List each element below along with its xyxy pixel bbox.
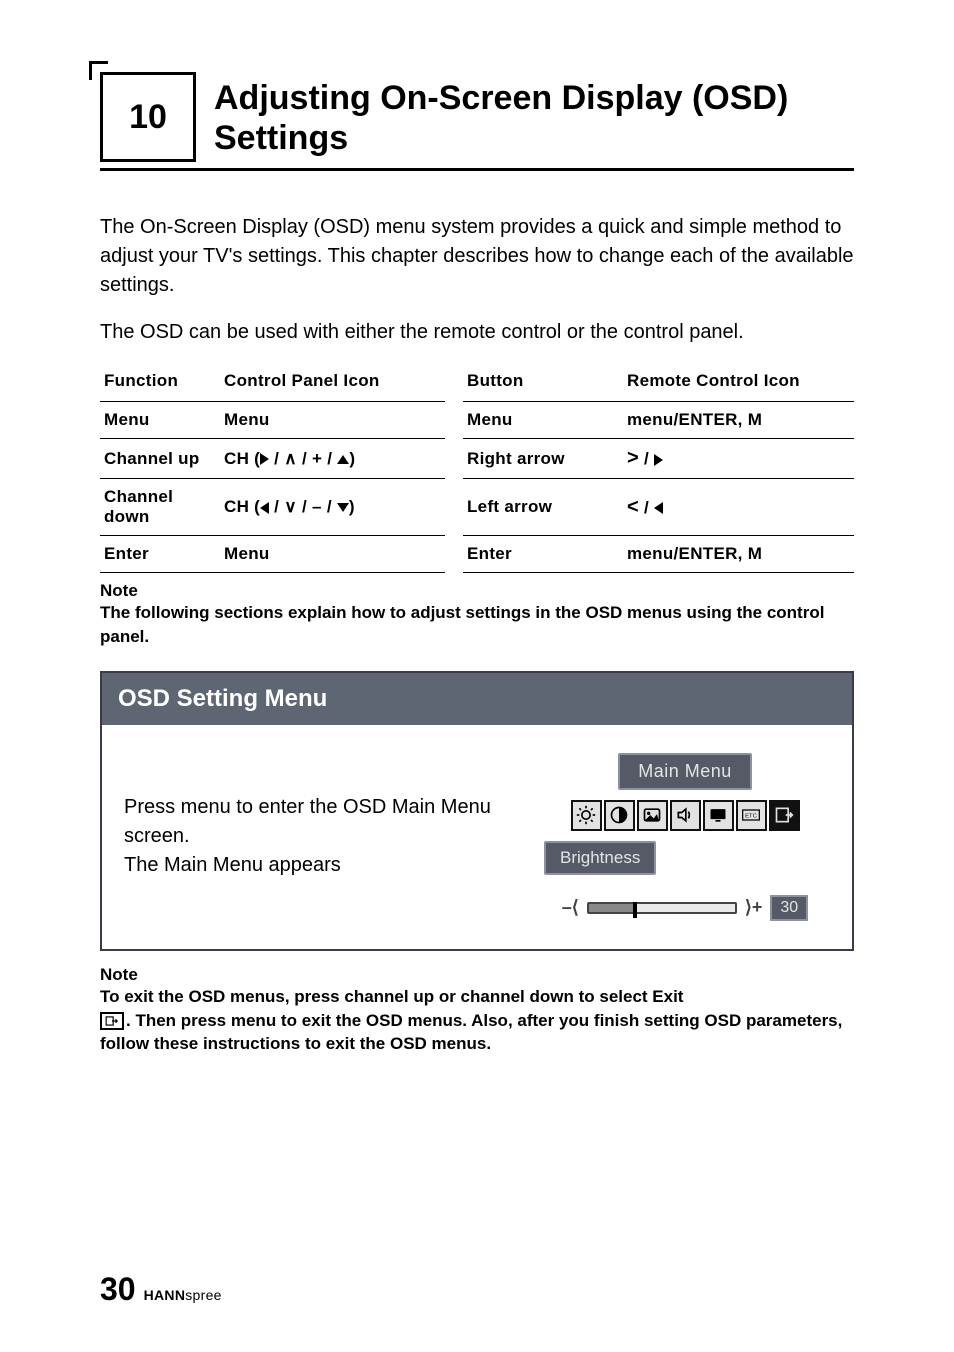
osd-title: Main Menu (618, 753, 752, 790)
osd-slider: –⟨ ⟩+ 30 (562, 895, 808, 921)
triangle-down-icon (337, 503, 349, 512)
greater-than-icon: > (627, 447, 639, 469)
cell-remote-icon: menu/ENTER, M (623, 536, 854, 573)
text: / (639, 498, 654, 517)
th-function: Function (100, 365, 220, 402)
cell-panel-icon: CH ( / ∨ / – / ) (220, 479, 445, 536)
cell-button: Left arrow (463, 479, 623, 536)
col-gap (445, 439, 463, 479)
th-remote-icon: Remote Control Icon (623, 365, 854, 402)
cell-function: Channel up (100, 439, 220, 479)
slider-track (587, 902, 737, 914)
note-label: Note (100, 965, 854, 985)
note-body: To exit the OSD menus, press channel up … (100, 985, 854, 1056)
triangle-right-icon (654, 454, 663, 466)
contrast-icon (604, 800, 635, 831)
reference-table: Function Control Panel Icon Button Remot… (100, 365, 854, 573)
text: / (639, 449, 654, 468)
cell-panel-icon: CH ( / ∧ / + / ) (220, 439, 445, 479)
osd-icon-row: ETC (571, 800, 800, 831)
brand-bold: HANN (144, 1287, 186, 1303)
slider-thumb (633, 902, 637, 918)
text-line: The Main Menu appears (124, 854, 341, 876)
audio-icon (670, 800, 701, 831)
text: / (269, 449, 284, 468)
cell-button: Menu (463, 402, 623, 439)
text: ) (349, 449, 355, 468)
cell-remote-icon: menu/ENTER, M (623, 402, 854, 439)
col-gap (445, 402, 463, 439)
table-row: Menu Menu Menu menu/ENTER, M (100, 402, 854, 439)
triangle-up-icon (337, 455, 349, 464)
brightness-icon (571, 800, 602, 831)
cell-remote-icon: > / (623, 439, 854, 479)
col-gap (445, 536, 463, 573)
page-footer: 30 HANNspree (100, 1271, 222, 1308)
table-row: Enter Menu Enter menu/ENTER, M (100, 536, 854, 573)
triangle-right-icon (260, 453, 269, 465)
cell-function: Menu (100, 402, 220, 439)
note-line: To exit the OSD menus, press channel up … (100, 987, 683, 1006)
display-icon (703, 800, 734, 831)
section-panel-header: OSD Setting Menu (102, 673, 852, 725)
osd-selected-label: Brightness (544, 841, 656, 875)
cell-remote-icon: < / (623, 479, 854, 536)
cell-function: Channel down (100, 479, 220, 536)
caret-down-icon: ∨ (284, 497, 297, 516)
color-icon (637, 800, 668, 831)
table-row: Channel down CH ( / ∨ / – / ) Left arrow… (100, 479, 854, 536)
svg-text:ETC: ETC (745, 814, 757, 820)
exit-icon (100, 1012, 124, 1030)
text: / + / (297, 449, 337, 468)
triangle-left-icon (654, 502, 663, 514)
cell-function: Enter (100, 536, 220, 573)
col-gap (445, 479, 463, 536)
triangle-left-icon (260, 502, 269, 514)
chapter-header: 10 Adjusting On-Screen Display (OSD) Set… (100, 72, 854, 171)
cell-panel-icon: Menu (220, 402, 445, 439)
etc-icon: ETC (736, 800, 767, 831)
th-button: Button (463, 365, 623, 402)
section-panel-body: Press menu to enter the OSD Main Menu sc… (102, 725, 852, 949)
text: / (269, 497, 284, 516)
note-label: Note (100, 581, 854, 601)
note-line: . Then press menu to exit the OSD menus.… (100, 1011, 842, 1054)
text: CH ( (224, 449, 260, 468)
chapter-number: 10 (129, 98, 167, 137)
brand-rest: spree (185, 1287, 222, 1303)
brand-label: HANNspree (144, 1287, 222, 1303)
col-gap (445, 365, 463, 402)
osd-figure: Main Menu ETC (540, 753, 830, 921)
plus-icon: ⟩+ (745, 897, 763, 918)
page-number: 30 (100, 1271, 136, 1308)
section-panel: OSD Setting Menu Press menu to enter the… (100, 671, 854, 951)
text: ) (349, 497, 355, 516)
text-line: Press menu to enter the OSD Main Menu sc… (124, 796, 491, 847)
minus-icon: –⟨ (562, 897, 579, 918)
intro-paragraph-2: The OSD can be used with either the remo… (100, 318, 854, 347)
cell-button: Enter (463, 536, 623, 573)
slider-fill (589, 904, 633, 912)
table-header-row: Function Control Panel Icon Button Remot… (100, 365, 854, 402)
exit-icon (769, 800, 800, 831)
intro-paragraph-1: The On-Screen Display (OSD) menu system … (100, 213, 854, 300)
cell-button: Right arrow (463, 439, 623, 479)
th-panel-icon: Control Panel Icon (220, 365, 445, 402)
text: / – / (297, 497, 337, 516)
chapter-title: Adjusting On-Screen Display (OSD) Settin… (214, 72, 854, 168)
cell-panel-icon: Menu (220, 536, 445, 573)
table-row: Channel up CH ( / ∧ / + / ) Right arrow … (100, 439, 854, 479)
slider-value: 30 (770, 895, 808, 921)
section-panel-text: Press menu to enter the OSD Main Menu sc… (124, 793, 500, 880)
caret-up-icon: ∧ (284, 449, 297, 468)
less-than-icon: < (627, 496, 639, 518)
text: CH ( (224, 497, 260, 516)
chapter-number-box: 10 (100, 72, 196, 162)
note-body: The following sections explain how to ad… (100, 601, 854, 649)
